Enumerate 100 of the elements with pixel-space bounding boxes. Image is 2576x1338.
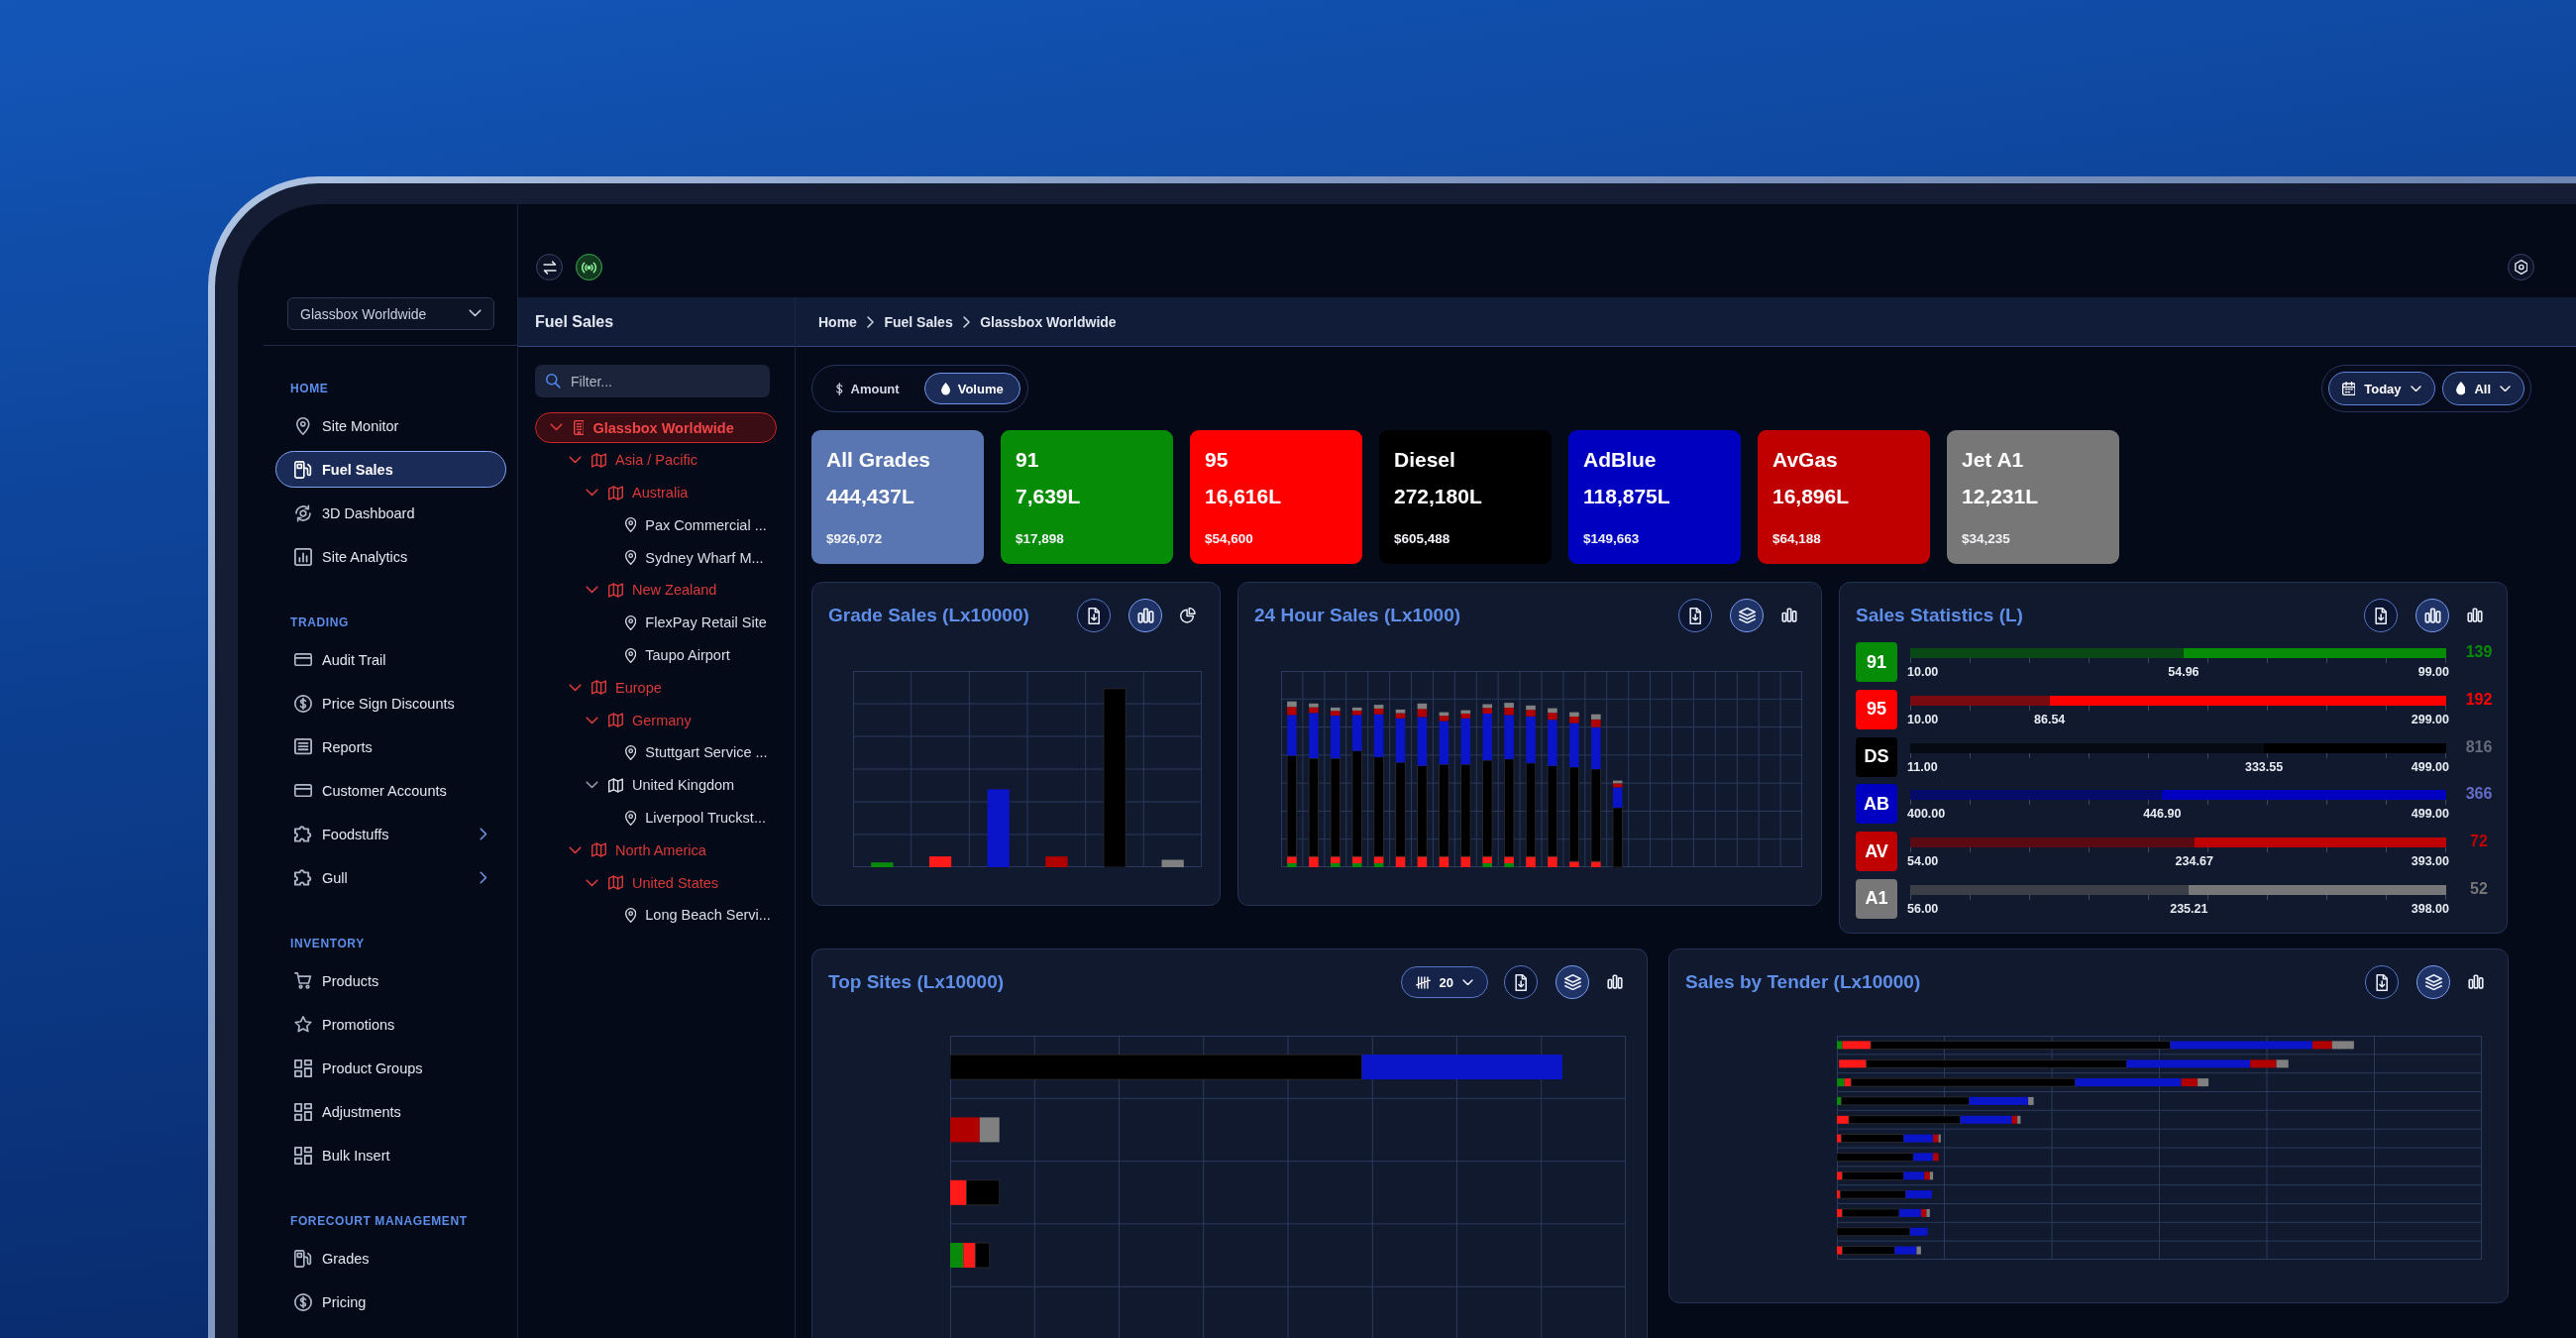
drop-icon	[2455, 382, 2466, 395]
nav-item[interactable]: Fuel Sales	[275, 451, 506, 488]
max-value: 398.00	[2411, 901, 2449, 917]
tree-item[interactable]: Europe	[566, 672, 663, 704]
fuel-pump-icon	[294, 1249, 312, 1268]
breadcrumb-current: Glassbox Worldwide	[980, 313, 1117, 330]
export-button[interactable]	[1504, 965, 1538, 999]
grid-icon	[294, 1146, 312, 1165]
export-button[interactable]	[1077, 599, 1111, 632]
dropdown-button[interactable]: Today	[2327, 372, 2435, 405]
limit-dropdown[interactable]: 20	[1400, 966, 1488, 998]
tree-item[interactable]: Asia / Pacific	[566, 444, 698, 476]
bar-chart-button[interactable]	[1128, 599, 1162, 632]
export-button[interactable]	[1678, 599, 1712, 632]
toggle-button[interactable]: Volume	[923, 373, 1020, 404]
bar-chart-button[interactable]	[2467, 608, 2483, 623]
tree-item[interactable]: New Zealand	[583, 575, 718, 606]
avg-value: 235.21	[2170, 901, 2208, 917]
swap-button[interactable]	[536, 254, 563, 280]
nav-item[interactable]: Promotions	[275, 1006, 400, 1043]
grade-name: AdBlue	[1583, 448, 1657, 472]
nav-item[interactable]: Audit Trail	[275, 641, 391, 678]
nav-item[interactable]: Bulk Insert	[275, 1137, 395, 1173]
nav-item[interactable]: Product Groups	[275, 1050, 428, 1086]
caret-icon	[2500, 385, 2511, 392]
tree-item[interactable]: Long Beach Servi...	[599, 899, 772, 931]
tree-item[interactable]: Liverpool Truckst...	[599, 802, 767, 834]
layers-button[interactable]	[1556, 965, 1589, 999]
tree-item[interactable]: Taupo Airport	[599, 639, 731, 671]
settings-icon	[2514, 260, 2528, 275]
section-heading: INVENTORY	[290, 936, 365, 951]
bar-chart-icon	[1607, 974, 1623, 990]
filter-field[interactable]: Filter...	[535, 365, 770, 397]
tree-item[interactable]: United States	[583, 867, 720, 899]
count-value: 52	[2470, 879, 2488, 899]
nav-item[interactable]: Customer Accounts	[275, 772, 452, 809]
tree-item[interactable]: North America	[566, 835, 707, 866]
nav-item[interactable]: 3D Dashboard	[275, 495, 420, 531]
export-button[interactable]	[2365, 965, 2399, 999]
map-icon	[591, 452, 606, 468]
nav-item[interactable]: Adjustments	[275, 1093, 406, 1130]
avg-value: 86.54	[2034, 711, 2066, 727]
connection-button[interactable]	[576, 254, 602, 280]
bar-chart-button[interactable]	[2415, 599, 2449, 632]
tree-item[interactable]: United Kingdom	[583, 769, 736, 801]
min-value: 10.00	[1907, 664, 1939, 680]
panel-title: Top Sites (Lx10000)	[828, 971, 1005, 993]
grade-name: All Grades	[826, 448, 931, 472]
export-button[interactable]	[2364, 599, 2398, 632]
layers-button[interactable]	[2416, 965, 2450, 999]
nav-item[interactable]: Reports	[275, 728, 377, 765]
map-icon	[608, 713, 623, 728]
pie-chart-button[interactable]	[1180, 608, 1196, 623]
tally-icon	[1415, 975, 1431, 989]
min-value: 56.00	[1907, 901, 1939, 917]
drop-icon	[940, 382, 950, 395]
bar-chart-icon	[2423, 607, 2441, 624]
count-value: 192	[2465, 689, 2493, 710]
bar-chart-button[interactable]	[1607, 974, 1623, 990]
map-icon	[591, 680, 606, 696]
card-icon	[294, 783, 312, 798]
list-icon	[294, 738, 312, 755]
tree-item[interactable]: Australia	[583, 477, 690, 508]
nav-item[interactable]: Site Analytics	[275, 538, 413, 575]
nav-item[interactable]: Products	[275, 962, 384, 999]
bar-chart-button[interactable]	[1781, 608, 1797, 623]
amount-value: $926,072	[826, 531, 883, 547]
tree-item[interactable]: Germany	[583, 705, 693, 736]
nav-item[interactable]: Price Sign Discounts	[275, 685, 460, 722]
nav-item[interactable]: Site Monitor	[275, 407, 404, 444]
chevron-icon	[962, 315, 971, 328]
settings-button[interactable]	[2508, 254, 2534, 280]
bar-chart-icon	[2467, 608, 2483, 623]
caret-icon	[469, 309, 482, 318]
site-dropdown[interactable]: Glassbox Worldwide	[287, 297, 494, 330]
document-icon	[1088, 607, 1100, 624]
bar-chart-icon	[2468, 974, 2484, 990]
broadcast-icon	[582, 261, 596, 274]
nav-item[interactable]: Grades	[275, 1240, 375, 1277]
nav-item[interactable]: Foodstuffs	[275, 816, 506, 852]
tree-item[interactable]: Sydney Wharf M...	[599, 542, 765, 574]
tree-item[interactable]: Pax Commercial ...	[599, 509, 768, 541]
dropdown-button[interactable]: All	[2441, 372, 2524, 405]
breadcrumb-link[interactable]: Fuel Sales	[884, 313, 953, 330]
section-heading: FORECOURT MANAGEMENT	[290, 1213, 468, 1229]
tree-item[interactable]: Stuttgart Service ...	[599, 736, 769, 768]
swap-icon	[542, 260, 557, 275]
min-value: 400.00	[1907, 806, 1946, 823]
count-value: 139	[2465, 642, 2493, 662]
layers-button[interactable]	[1730, 599, 1764, 632]
bar-chart-button[interactable]	[2468, 974, 2484, 990]
breadcrumb-link[interactable]: Home	[818, 313, 857, 330]
nav-item[interactable]: Pricing	[275, 1283, 372, 1320]
panel-title: Sales Statistics (L)	[1856, 605, 2023, 626]
tree-item[interactable]: Glassbox Worldwide	[535, 412, 777, 443]
tree-item[interactable]: FlexPay Retail Site	[599, 607, 768, 638]
grade-badge: 95	[1856, 689, 1897, 729]
nav-item[interactable]: Gull	[275, 859, 506, 896]
document-icon	[2375, 607, 2387, 624]
toggle-button[interactable]: Amount	[819, 373, 916, 404]
